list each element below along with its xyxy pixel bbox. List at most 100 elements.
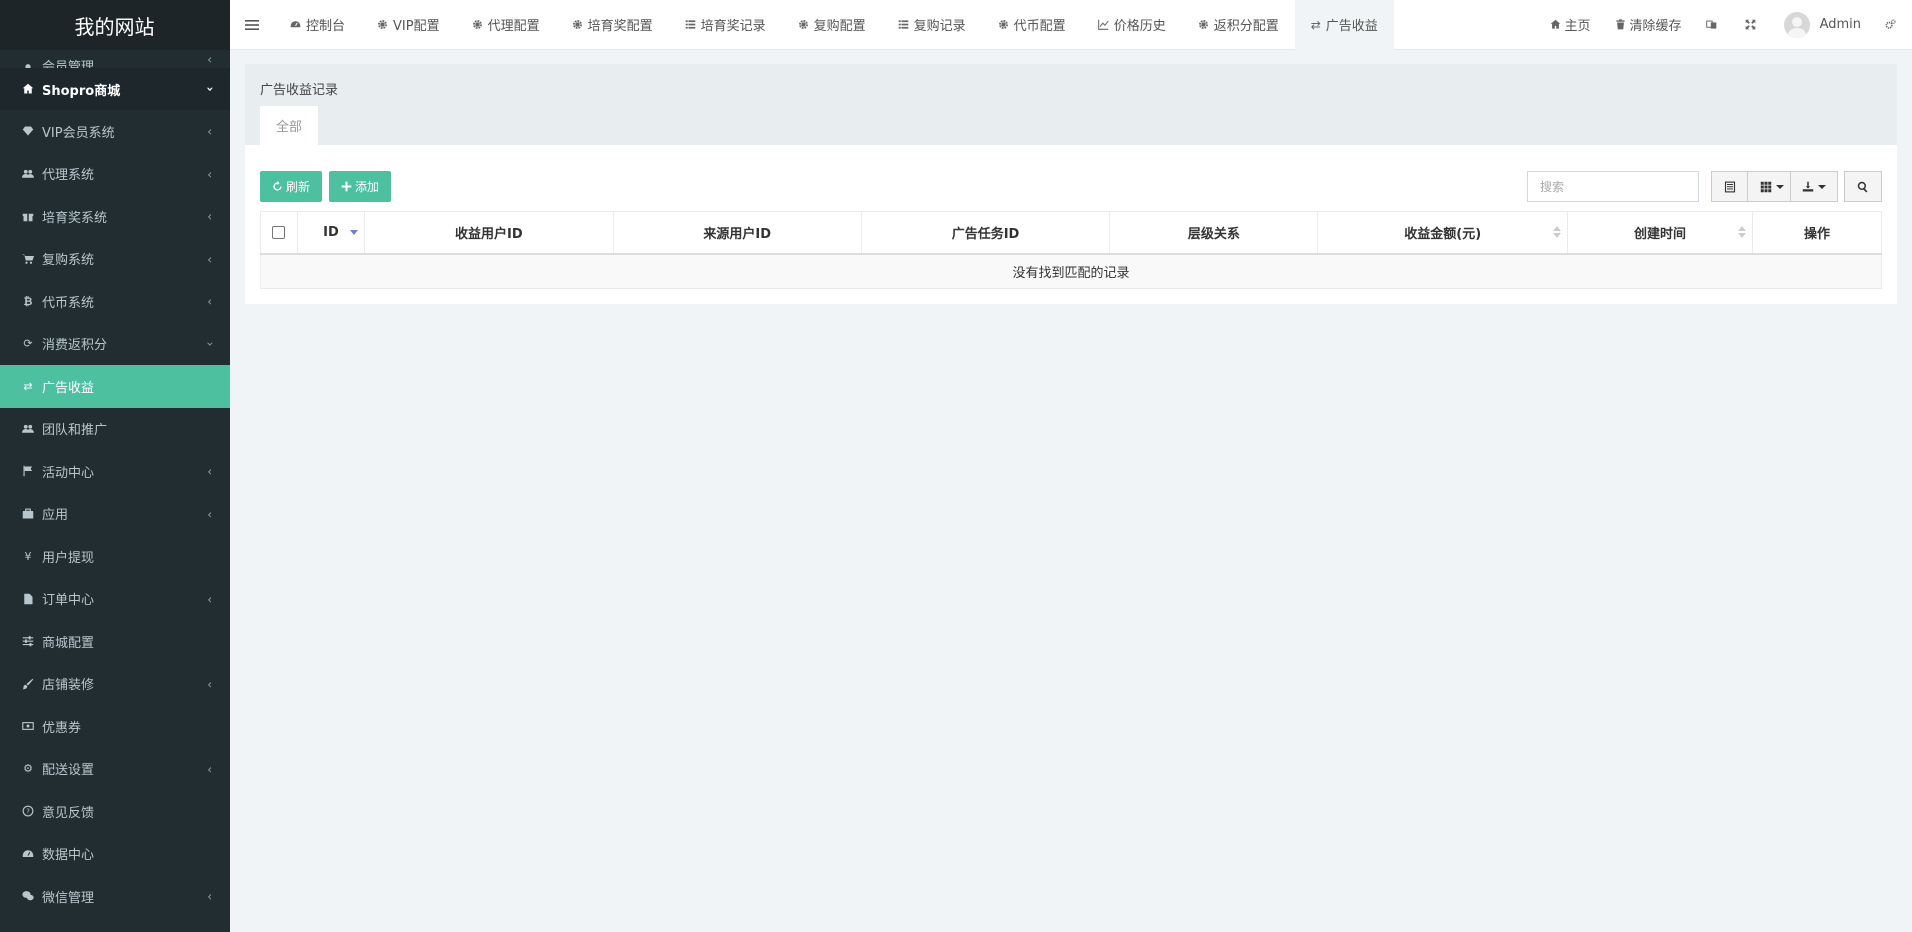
- question-icon: ?: [20, 805, 36, 817]
- sidebar-item-data[interactable]: 数据中心: [0, 833, 230, 876]
- table-icon: [1724, 181, 1735, 192]
- add-button[interactable]: 添加: [329, 171, 392, 202]
- plus-icon: [341, 181, 352, 192]
- chevron-down-icon: ‹: [202, 341, 217, 347]
- sidebar-item-repurchase[interactable]: 复购系统 ‹: [0, 238, 230, 281]
- svg-text:?: ?: [26, 808, 30, 816]
- sidebar-item-mall-config[interactable]: 商城配置: [0, 620, 230, 663]
- tab-all[interactable]: 全部: [260, 106, 319, 145]
- tab-label: 价格历史: [1113, 19, 1166, 34]
- sidebar-item-delivery[interactable]: ⚙ 配送设置 ‹: [0, 748, 230, 791]
- avatar: [1783, 11, 1810, 38]
- select-all-checkbox-cell: [260, 211, 298, 255]
- search-input[interactable]: [1527, 171, 1699, 202]
- gear-icon: [572, 19, 583, 30]
- sidebar-item-shopro[interactable]: Shopro商城 ‹: [0, 68, 230, 110]
- sort-desc-icon: [349, 225, 358, 239]
- tab-dashboard[interactable]: 控制台: [274, 0, 361, 50]
- sidebar-item-team[interactable]: 团队和推广: [0, 408, 230, 451]
- export-icon: [1802, 181, 1814, 191]
- wechat-icon: [20, 890, 36, 902]
- table-row: 没有找到匹配的记录: [260, 253, 1882, 289]
- gear-icon: [472, 19, 483, 30]
- home-icon: [1550, 19, 1560, 29]
- fullscreen-icon: [1745, 19, 1755, 30]
- select-all-checkbox[interactable]: [272, 225, 286, 239]
- refresh-button[interactable]: 刷新: [260, 171, 323, 202]
- chevron-left-icon: ‹: [207, 209, 212, 224]
- sidebar-item-points[interactable]: ⟳ 消费返积分 ‹: [0, 323, 230, 366]
- table-header-row: ID 收益用户ID 来源用户ID 广告任务ID 层级关系 收益金额(元) 创建时…: [260, 211, 1882, 255]
- dashboard-icon: [290, 19, 301, 30]
- sort-icon: [1553, 225, 1562, 239]
- sidebar-item-feedback[interactable]: ? 意见反馈: [0, 790, 230, 833]
- chevron-left-icon: ‹: [207, 464, 212, 479]
- tab-agent-config[interactable]: 代理配置: [456, 0, 556, 50]
- search-icon: [1857, 181, 1868, 192]
- language-button[interactable]: [1694, 0, 1733, 50]
- tab-repurchase-records[interactable]: 复购记录: [882, 0, 982, 50]
- tab-label: 培育奖配置: [587, 19, 653, 34]
- tab-label: 复购配置: [813, 19, 866, 34]
- gift-icon: [20, 210, 36, 222]
- clear-cache-button[interactable]: 清除缓存: [1603, 0, 1694, 50]
- sidebar-item-ad-revenue[interactable]: ⇄ 广告收益: [0, 365, 230, 408]
- sidebar-item-activity[interactable]: 活动中心 ‹: [0, 450, 230, 493]
- hamburger-icon: [245, 19, 259, 30]
- sidebar-item-coupon[interactable]: 优惠券: [0, 705, 230, 748]
- sidebar-item-label: 数据中心: [42, 848, 95, 864]
- tab-vip-config[interactable]: VIP配置: [361, 0, 456, 50]
- cogs-icon: [1885, 19, 1896, 29]
- site-logo[interactable]: 我的网站: [0, 0, 230, 50]
- right-nav: 主页 清除缓存 Admin: [1538, 0, 1912, 50]
- export-button[interactable]: [1790, 171, 1838, 202]
- sidebar-item-withdraw[interactable]: ¥ 用户提现: [0, 535, 230, 578]
- sidebar-item-label: VIP会员系统: [42, 125, 115, 141]
- sidebar-item-member[interactable]: 会员管理 ‹: [0, 50, 230, 68]
- sidebar: 我的网站 会员管理 ‹ Shopro商城 ‹ VIP会员系统 ‹ 代理系统 ‹ …: [0, 0, 230, 932]
- column-label: 创建时间: [1634, 226, 1687, 242]
- user-menu[interactable]: Admin: [1772, 0, 1873, 50]
- advanced-search-button[interactable]: [1844, 171, 1882, 202]
- column-header-amount[interactable]: 收益金额(元): [1317, 211, 1569, 255]
- chevron-left-icon: ‹: [207, 677, 212, 692]
- column-header-id[interactable]: ID: [296, 211, 365, 255]
- tab-repurchase-config[interactable]: 复购配置: [782, 0, 882, 50]
- tab-label: 代币配置: [1013, 19, 1066, 34]
- list-icon: [898, 19, 909, 30]
- sidebar-menu: 会员管理 ‹ Shopro商城 ‹ VIP会员系统 ‹ 代理系统 ‹ 培育奖系统…: [0, 50, 230, 918]
- fullscreen-button[interactable]: [1733, 0, 1772, 50]
- sidebar-item-token[interactable]: ₿ 代币系统 ‹: [0, 280, 230, 323]
- users-icon: [20, 168, 36, 180]
- sidebar-item-label: Shopro商城: [42, 83, 121, 99]
- tab-token-config[interactable]: 代币配置: [982, 0, 1082, 50]
- tab-nurture-config[interactable]: 培育奖配置: [556, 0, 669, 50]
- sidebar-item-vip[interactable]: VIP会员系统 ‹: [0, 110, 230, 153]
- column-header-created-time[interactable]: 创建时间: [1567, 211, 1753, 255]
- sidebar-item-wechat[interactable]: 微信管理 ‹: [0, 875, 230, 918]
- tab-points-config[interactable]: 返积分配置: [1182, 0, 1295, 50]
- diamond-icon: [20, 125, 36, 137]
- page-title: 广告收益记录: [260, 83, 339, 98]
- sidebar-item-label: 代理系统: [42, 168, 95, 184]
- tab-ad-revenue[interactable]: ⇄ 广告收益: [1294, 0, 1394, 50]
- dashboard-icon: [20, 848, 36, 860]
- sidebar-item-nurture[interactable]: 培育奖系统 ‹: [0, 195, 230, 238]
- gear-icon: [1198, 19, 1209, 30]
- home-link[interactable]: 主页: [1538, 0, 1603, 50]
- sidebar-toggle-button[interactable]: [230, 0, 274, 50]
- sort-icon: [1738, 225, 1746, 239]
- gear-icon: [798, 19, 809, 30]
- tab-price-history[interactable]: 价格历史: [1082, 0, 1182, 50]
- cart-icon: [20, 253, 36, 265]
- tab-label: 控制台: [306, 19, 346, 34]
- tab-nurture-records[interactable]: 培育奖记录: [669, 0, 782, 50]
- sidebar-item-agent[interactable]: 代理系统 ‹: [0, 153, 230, 196]
- sidebar-item-apps[interactable]: 应用 ‹: [0, 493, 230, 536]
- sidebar-item-orders[interactable]: 订单中心 ‹: [0, 578, 230, 621]
- sidebar-item-decoration[interactable]: 店铺装修 ‹: [0, 663, 230, 706]
- chevron-left-icon: ‹: [207, 124, 212, 139]
- toggle-view-button[interactable]: [1711, 171, 1748, 202]
- line-chart-icon: [1097, 19, 1109, 30]
- settings-button[interactable]: [1873, 0, 1912, 50]
